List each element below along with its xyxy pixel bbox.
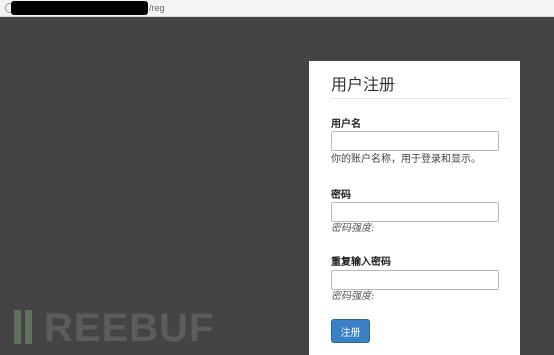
confirm-password-input[interactable] <box>331 270 499 290</box>
password-label: 密码 <box>331 190 351 201</box>
password-strength-text: 密码强度: <box>331 223 375 234</box>
page-title: 用户注册 <box>331 74 509 99</box>
freebuf-logo-icon <box>14 308 42 344</box>
username-help-text: 你的账户名称，用于登录和显示。 <box>331 154 481 165</box>
register-panel: 用户注册 用户名 你的账户名称，用于登录和显示。 密码 密码强度: 重复输入密码… <box>309 61 520 355</box>
url-path[interactable]: /reg <box>149 1 165 15</box>
freebuf-watermark: REEBUF <box>14 308 214 348</box>
address-bar[interactable]: /reg <box>0 0 554 17</box>
username-input[interactable] <box>331 131 499 151</box>
register-button[interactable]: 注册 <box>331 319 370 343</box>
password-input[interactable] <box>331 202 499 222</box>
confirm-password-strength-text: 密码强度: <box>331 291 375 302</box>
url-redaction <box>11 1 148 15</box>
username-label: 用户名 <box>331 119 361 130</box>
watermark-text: REEBUF <box>44 306 215 350</box>
confirm-password-label: 重复输入密码 <box>331 257 391 268</box>
